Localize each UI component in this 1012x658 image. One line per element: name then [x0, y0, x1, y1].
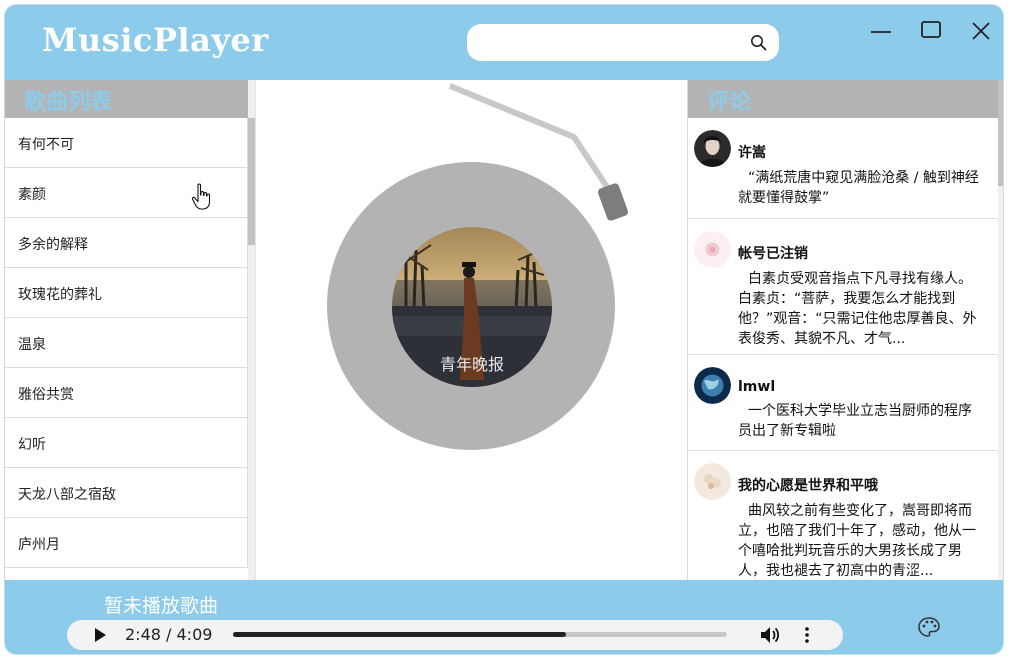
song-item[interactable]: 温泉: [5, 318, 248, 368]
comment-item: lmwl 一个医科大学毕业立志当厨师的程序员出了新专辑啦: [688, 355, 998, 451]
search-icon[interactable]: [749, 33, 769, 53]
more-vertical-icon[interactable]: [803, 625, 811, 645]
avatar: [694, 463, 731, 500]
comments-scroll-thumb[interactable]: [998, 80, 1003, 186]
comment-item: 帐号已注销 白素贞受观音指点下凡寻找有缘人。白素贞：“菩萨，我要怎么才能找到他？…: [688, 219, 998, 355]
avatar: [694, 231, 731, 268]
comment-text: 白素贞受观音指点下凡寻找有缘人。白素贞：“菩萨，我要怎么才能找到他？”观音：“只…: [738, 271, 977, 347]
comment-username: 我的心愿是世界和平哦: [738, 478, 878, 494]
comment-item: 许嵩 “满纸荒唐中窥见满脸沧桑 / 触到神经就要懂得鼓掌”: [688, 118, 998, 219]
song-item[interactable]: 玫瑰花的葬礼: [5, 268, 248, 318]
song-item[interactable]: 庐州月: [5, 518, 248, 568]
song-list-panel: 歌曲列表 有何不可 素颜 多余的解释 玫瑰花的葬礼 温泉 雅俗共赏 幻听 天龙八…: [5, 80, 255, 580]
search-box[interactable]: [467, 24, 779, 61]
palette-icon[interactable]: [917, 616, 941, 638]
song-list-header: 歌曲列表: [5, 80, 248, 118]
volume-icon[interactable]: [759, 625, 781, 645]
song-item[interactable]: 有何不可: [5, 118, 248, 168]
comment-item: 我的心愿是世界和平哦 曲风较之前有些变化了，嵩哥即将而立，也陪了我们十年了，感动…: [688, 451, 998, 580]
player-bar: 暂未播放歌曲 2:48 / 4:09: [5, 580, 1003, 654]
hand-cursor-icon: [191, 183, 211, 210]
song-list-scrollbar[interactable]: [248, 80, 255, 580]
progress-bar[interactable]: [233, 632, 727, 637]
close-icon[interactable]: [969, 19, 993, 43]
comment-text: “满纸荒唐中窥见满脸沧桑 / 触到神经就要懂得鼓掌”: [738, 170, 979, 206]
turntable: 青年晚报: [327, 83, 629, 450]
now-playing-title: 暂未播放歌曲: [104, 595, 219, 617]
comment-username: lmwl: [738, 379, 776, 395]
song-list-title: 歌曲列表: [24, 90, 113, 115]
app-title: MusicPlayer: [42, 21, 269, 59]
comments-scrollbar[interactable]: [998, 80, 1003, 580]
comments-title: 评论: [707, 90, 752, 115]
comments-header: 评论: [688, 80, 998, 118]
album-cover-title: 青年晚报: [440, 355, 504, 374]
tonearm-head: [597, 183, 629, 221]
music-player-window: MusicPlayer 歌曲列表 有何不可 素颜 多余的解释 玫瑰花的葬礼 温泉…: [4, 4, 1004, 655]
comment-username: 许嵩: [738, 145, 766, 161]
play-icon[interactable]: [91, 626, 109, 644]
time-display: 2:48 / 4:09: [125, 625, 213, 644]
maximize-icon[interactable]: [919, 19, 943, 43]
progress-fill: [233, 632, 566, 637]
song-item[interactable]: 天龙八部之宿敌: [5, 468, 248, 518]
comment-list: 许嵩 “满纸荒唐中窥见满脸沧桑 / 触到神经就要懂得鼓掌” 帐号已注销 白素贞受…: [688, 118, 998, 580]
comment-username: 帐号已注销: [738, 246, 808, 262]
minimize-icon[interactable]: [869, 19, 893, 43]
audio-player: 2:48 / 4:09: [67, 620, 843, 650]
turntable-area: 青年晚报: [255, 80, 687, 580]
song-item[interactable]: 幻听: [5, 418, 248, 468]
avatar: [694, 130, 731, 167]
title-bar: MusicPlayer: [5, 5, 1003, 80]
song-list-scroll-thumb[interactable]: [248, 118, 255, 245]
song-item[interactable]: 雅俗共赏: [5, 368, 248, 418]
song-item[interactable]: 多余的解释: [5, 218, 248, 268]
avatar: [694, 367, 731, 404]
comment-text: 曲风较之前有些变化了，嵩哥即将而立，也陪了我们十年了，感动，他从一个嘻哈批判玩音…: [738, 503, 976, 579]
search-input[interactable]: [481, 30, 741, 55]
comment-text: 一个医科大学毕业立志当厨师的程序员出了新专辑啦: [738, 403, 972, 439]
comments-panel: 评论 许嵩 “满纸荒唐中窥见满脸沧桑 / 触到神经就要懂得鼓掌” 帐号已注销 白…: [687, 80, 1003, 580]
album-cover: 青年晚报: [392, 227, 552, 387]
